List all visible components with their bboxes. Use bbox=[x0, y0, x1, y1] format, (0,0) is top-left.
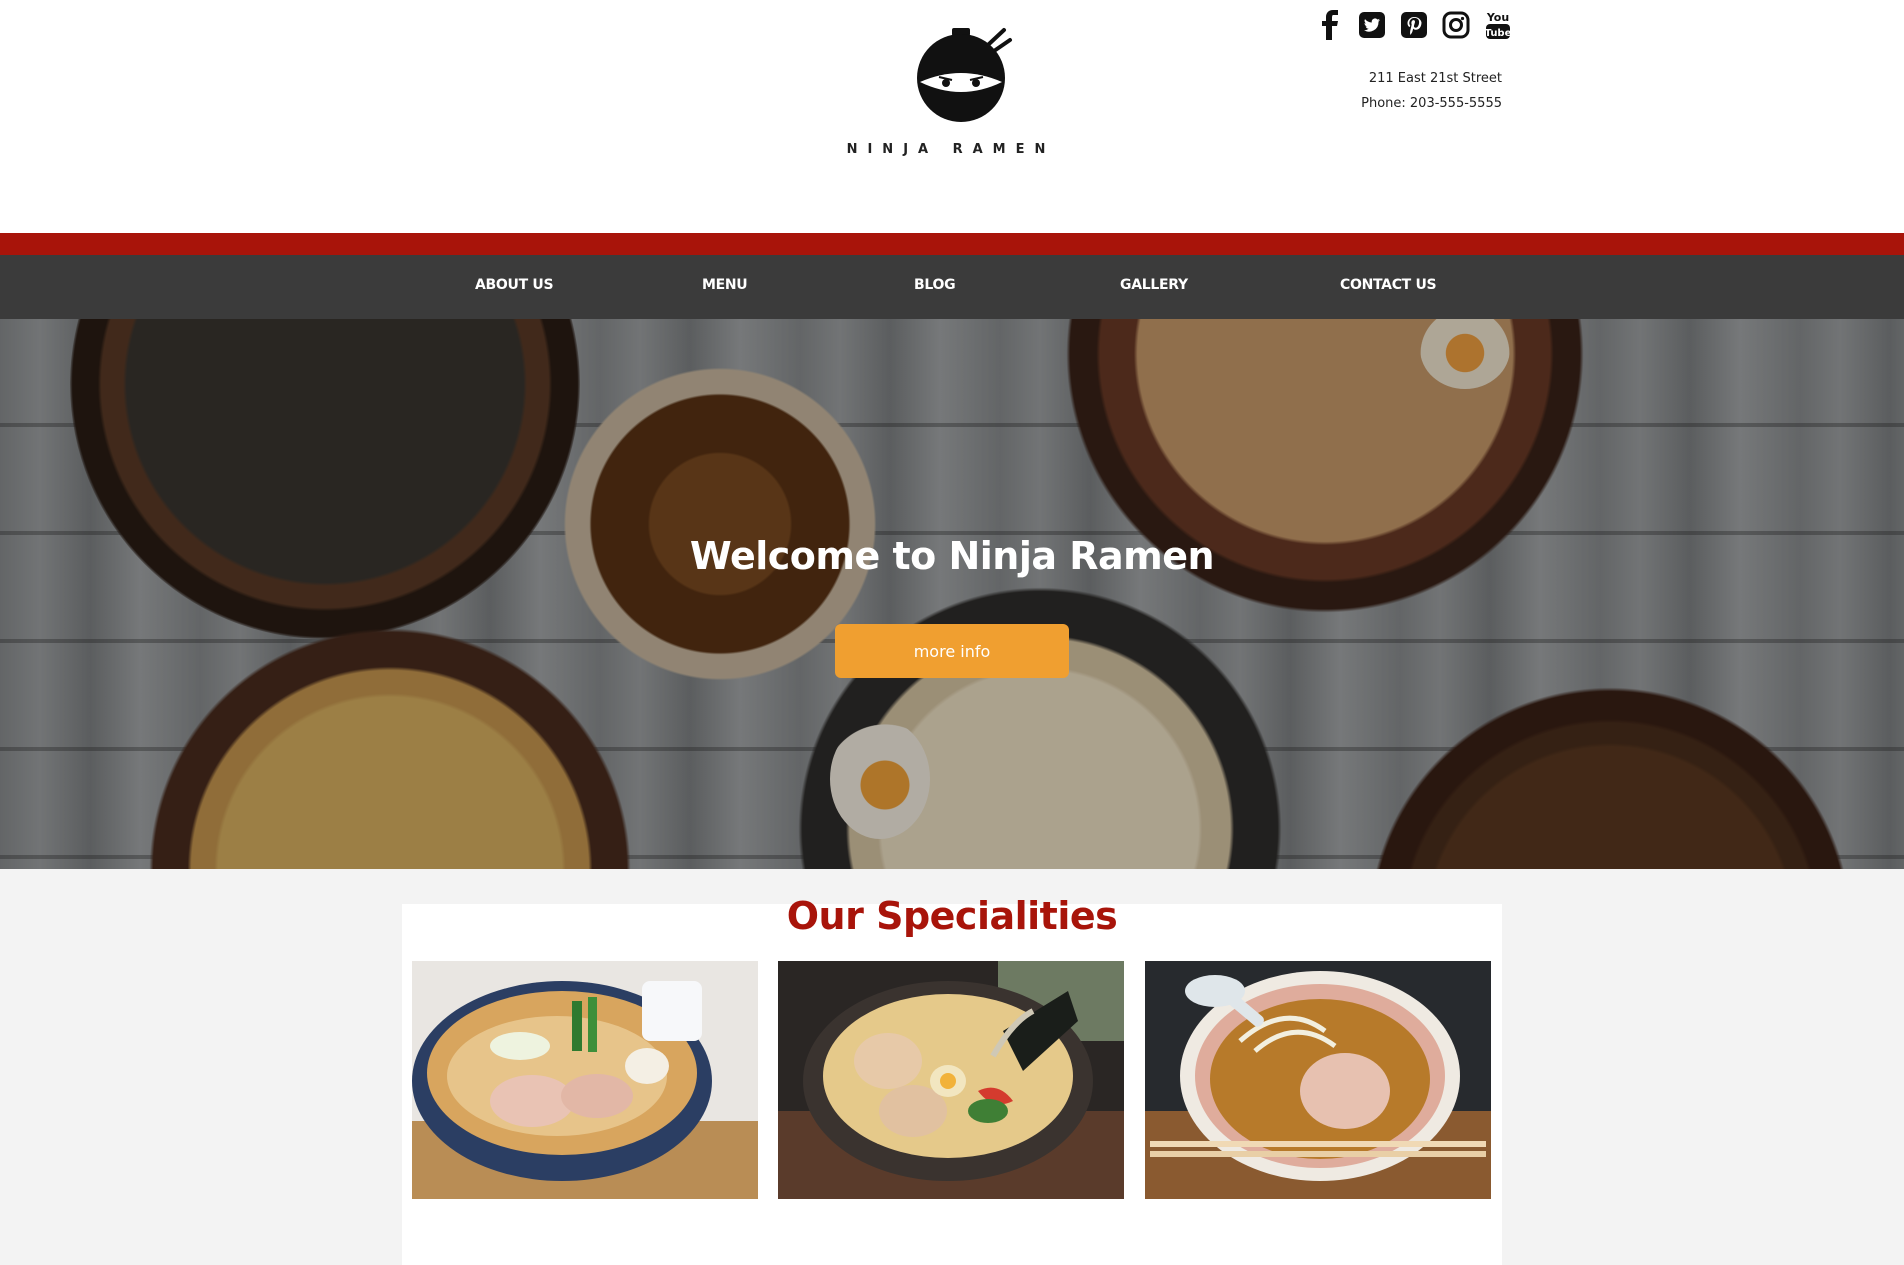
phone-text: Phone: 203-555-5555 bbox=[1361, 96, 1502, 111]
twitter-icon[interactable] bbox=[1358, 8, 1386, 42]
youtube-icon[interactable]: You Tube bbox=[1484, 8, 1512, 42]
nav-item-about-us[interactable]: ABOUT US bbox=[475, 277, 554, 293]
specialities-title: Our Specialities bbox=[786, 894, 1118, 938]
logo[interactable]: NINJA RAMEN bbox=[846, 18, 1056, 163]
ninja-ramen-logo-icon bbox=[917, 28, 1012, 122]
nav-item-blog[interactable]: BLOG bbox=[914, 277, 956, 293]
social-links: You Tube bbox=[1316, 8, 1512, 42]
nav-item-gallery[interactable]: GALLERY bbox=[1120, 277, 1188, 293]
contact-info: 211 East 21st Street Phone: 203-555-5555 bbox=[1361, 66, 1502, 116]
address-text: 211 East 21st Street bbox=[1368, 71, 1502, 86]
svg-text:Tube: Tube bbox=[1485, 28, 1512, 39]
red-accent-band bbox=[0, 233, 1904, 255]
nav-item-contact-us[interactable]: CONTACT US bbox=[1340, 277, 1437, 293]
pinterest-icon[interactable] bbox=[1400, 8, 1428, 42]
facebook-icon[interactable] bbox=[1316, 8, 1344, 42]
nav-item-menu[interactable]: MENU bbox=[702, 277, 748, 293]
specialities-section: Our Specialities bbox=[0, 869, 1904, 1265]
hero-title: Welcome to Ninja Ramen bbox=[689, 534, 1215, 578]
ramen-photo-3[interactable] bbox=[1145, 961, 1491, 1199]
site-header: NINJA RAMEN You Tube 211 East 21st Street… bbox=[0, 0, 1904, 233]
ramen-photo-1[interactable] bbox=[412, 961, 758, 1199]
hero-banner: Welcome to Ninja Ramen more info bbox=[0, 319, 1904, 869]
main-nav: ABOUT US MENU BLOG GALLERY CONTACT US bbox=[0, 255, 1904, 319]
ramen-photo-2[interactable] bbox=[778, 961, 1124, 1199]
svg-text:You: You bbox=[1486, 11, 1509, 24]
logo-wordmark: NINJA RAMEN bbox=[846, 142, 1056, 157]
more-info-button[interactable]: more info bbox=[835, 624, 1069, 678]
specialities-panel: Our Specialities bbox=[402, 894, 1502, 1265]
hero-overlay bbox=[0, 319, 1904, 869]
instagram-icon[interactable] bbox=[1442, 8, 1470, 42]
